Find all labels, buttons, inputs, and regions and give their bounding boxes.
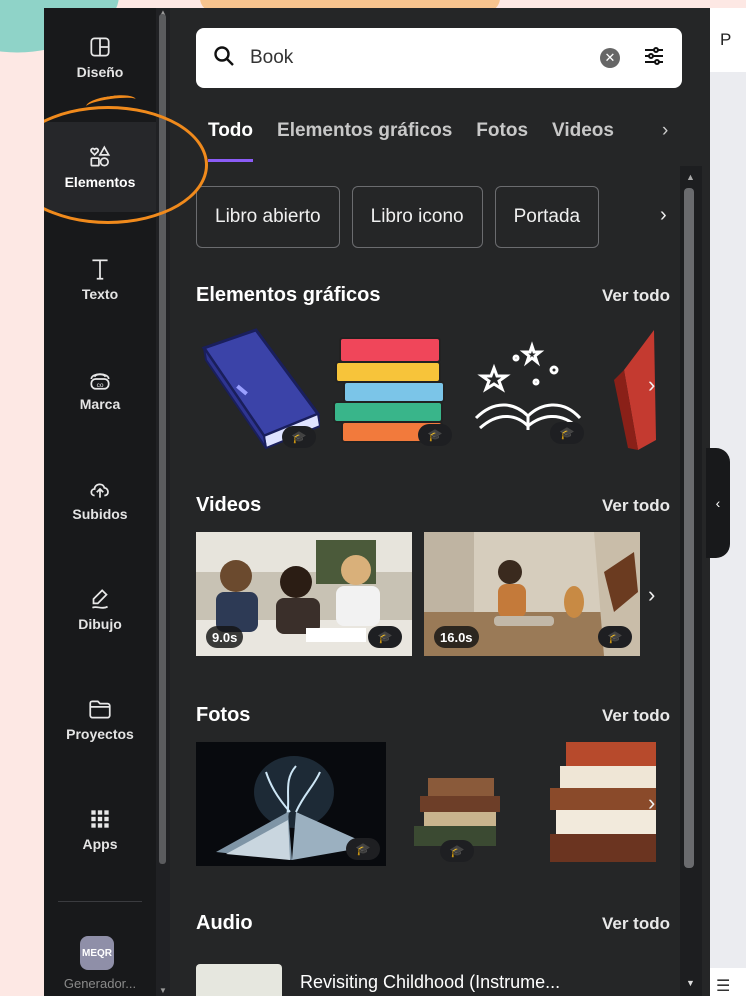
scroll-down-arrow-icon[interactable]: ▼ bbox=[159, 986, 167, 995]
suggestion-chips: Libro abierto Libro icono Portada bbox=[196, 186, 682, 250]
video-woman-reading-dog[interactable]: 16.0s 🎓 bbox=[424, 532, 640, 656]
text-icon bbox=[92, 259, 108, 280]
tab-photos[interactable]: Fotos bbox=[476, 118, 528, 160]
photo-magic-open-book[interactable]: 🎓 bbox=[196, 742, 386, 866]
premium-crown-icon: 🎓 bbox=[368, 626, 402, 648]
chip-open-book[interactable]: Libro abierto bbox=[196, 186, 340, 248]
qr-generator-app-icon[interactable]: MEQR bbox=[80, 936, 114, 970]
videos-section-title: Videos bbox=[196, 494, 262, 516]
rail-label: Dibujo bbox=[78, 616, 122, 632]
chips-scroll-right-icon[interactable]: › bbox=[660, 204, 667, 227]
tab-videos[interactable]: Videos bbox=[552, 118, 614, 160]
canvas-toolbar-label[interactable]: P bbox=[720, 30, 731, 50]
scroll-down-arrow-icon[interactable]: ▼ bbox=[686, 978, 695, 988]
tab-fade bbox=[610, 116, 670, 156]
video-duration-badge: 9.0s bbox=[206, 626, 244, 648]
photos-scroll-right-icon[interactable]: › bbox=[648, 790, 655, 816]
rail-label: Elementos bbox=[64, 174, 136, 190]
cloud-upload-icon bbox=[90, 483, 109, 498]
rail-label: Apps bbox=[82, 836, 118, 852]
rail-item-draw[interactable]: Dibujo bbox=[44, 564, 156, 654]
layout-icon bbox=[90, 37, 110, 57]
graphic-open-book-stars[interactable]: 🎓 bbox=[466, 338, 590, 448]
search-bar[interactable]: Book ✕ bbox=[196, 28, 682, 88]
video-duration-badge: 16.0s bbox=[434, 626, 479, 648]
rail-item-uploads[interactable]: Subidos bbox=[44, 454, 156, 544]
rail-label: Marca bbox=[79, 396, 121, 412]
clear-search-icon[interactable]: ✕ bbox=[600, 48, 620, 68]
tab-todo[interactable]: Todo bbox=[208, 118, 254, 162]
premium-crown-icon: 🎓 bbox=[440, 840, 474, 862]
rail-item-projects[interactable]: Proyectos bbox=[44, 674, 156, 764]
filter-sliders-icon[interactable] bbox=[642, 44, 666, 73]
rail-label: Proyectos bbox=[66, 726, 134, 742]
rail-item-text[interactable]: Texto bbox=[44, 234, 156, 324]
search-icon bbox=[212, 44, 236, 73]
scroll-up-arrow-icon[interactable]: ▲ bbox=[686, 172, 695, 182]
photo-book-stack-partial[interactable] bbox=[550, 742, 656, 866]
rail-divider bbox=[58, 901, 142, 902]
panel-scroll-thumb[interactable] bbox=[684, 188, 694, 868]
premium-crown-icon: 🎓 bbox=[550, 422, 584, 444]
tab-graphics[interactable]: Elementos gráficos bbox=[277, 118, 452, 160]
rail-scroll-thumb[interactable] bbox=[159, 14, 166, 864]
side-rail: Diseño Elementos Texto co Marca Subidos … bbox=[44, 8, 156, 996]
panel-scrollbar[interactable]: ▲ ▼ bbox=[680, 166, 702, 996]
shapes-icon bbox=[90, 145, 111, 167]
graphic-blue-book[interactable]: 🎓 bbox=[196, 328, 320, 452]
rail-label: Subidos bbox=[72, 506, 128, 522]
graphics-scroll-right-icon[interactable]: › bbox=[648, 372, 655, 398]
rail-label: Diseño bbox=[76, 64, 124, 80]
rail-item-elements[interactable]: Elementos bbox=[44, 122, 156, 212]
graphics-see-all-link[interactable]: Ver todo bbox=[602, 286, 670, 306]
photos-see-all-link[interactable]: Ver todo bbox=[602, 706, 670, 726]
audio-section-title: Audio bbox=[196, 912, 253, 934]
videos-see-all-link[interactable]: Ver todo bbox=[602, 496, 670, 516]
search-input[interactable]: Book bbox=[250, 47, 600, 69]
collapse-panel-handle[interactable]: ‹ bbox=[706, 448, 730, 558]
graphics-section-title: Elementos gráficos bbox=[196, 284, 381, 306]
chip-cover[interactable]: Portada bbox=[494, 186, 600, 248]
rail-item-design[interactable]: Diseño bbox=[44, 12, 156, 102]
video-kids-reading[interactable]: 9.0s 🎓 bbox=[196, 532, 412, 656]
premium-crown-icon: 🎓 bbox=[282, 426, 316, 448]
folder-icon bbox=[89, 700, 111, 719]
premium-crown-icon: 🎓 bbox=[418, 424, 452, 446]
tabs-scroll-right-icon[interactable]: › bbox=[662, 120, 668, 142]
svg-text:co: co bbox=[97, 382, 104, 389]
chevron-left-icon: ‹ bbox=[715, 495, 721, 511]
notes-icon[interactable]: ☰ bbox=[716, 976, 730, 996]
audio-track-thumbnail bbox=[196, 964, 282, 996]
premium-crown-icon: 🎓 bbox=[598, 626, 632, 648]
editor-app: Diseño Elementos Texto co Marca Subidos … bbox=[44, 8, 746, 996]
rail-label: Texto bbox=[81, 286, 119, 302]
graphic-book-stack[interactable]: 🎓 bbox=[330, 326, 454, 450]
qr-generator-app-label[interactable]: Generador... bbox=[44, 976, 156, 991]
photo-old-books[interactable]: 🎓 bbox=[398, 772, 522, 862]
rail-item-brand[interactable]: co Marca bbox=[44, 344, 156, 434]
audio-see-all-link[interactable]: Ver todo bbox=[602, 914, 670, 934]
photos-section-title: Fotos bbox=[196, 704, 251, 726]
premium-crown-icon: 🎓 bbox=[346, 838, 380, 860]
rail-item-apps[interactable]: Apps bbox=[44, 784, 156, 874]
apps-grid-icon bbox=[91, 810, 109, 828]
audio-track-title: Revisiting Childhood (Instrume... bbox=[300, 972, 561, 992]
book-stack-photo bbox=[550, 742, 656, 862]
brand-icon: co bbox=[90, 373, 110, 390]
chip-book-icon[interactable]: Libro icono bbox=[351, 186, 483, 248]
rail-scrollbar[interactable]: ▲ ▼ bbox=[156, 8, 170, 996]
elements-panel: Book ✕ Todo Elementos gráficos Fotos Vid… bbox=[170, 8, 710, 996]
audio-track-row[interactable]: Revisiting Childhood (Instrume... bbox=[196, 964, 682, 996]
videos-scroll-right-icon[interactable]: › bbox=[648, 582, 655, 608]
draw-icon bbox=[92, 589, 109, 609]
